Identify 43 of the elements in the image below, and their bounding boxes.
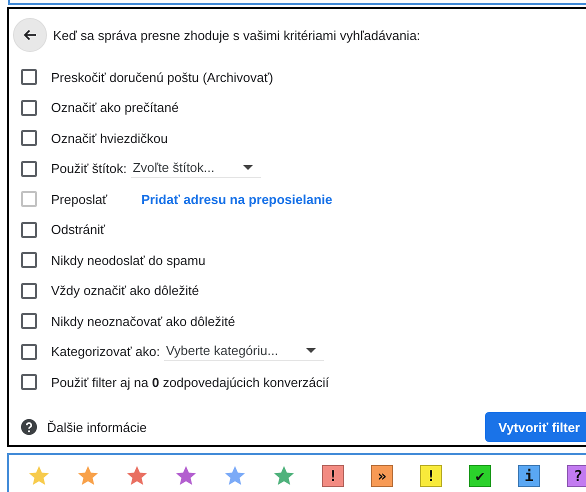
option-label: Preskočiť doručenú poštu (Archivovať) bbox=[51, 70, 274, 85]
option-label: Použiť filter aj na 0 zodpovedajúcich konverzácií bbox=[51, 374, 330, 390]
star-icon[interactable] bbox=[28, 465, 50, 487]
marker-badge[interactable]: » bbox=[371, 465, 393, 487]
option-label: Kategorizovať ako: bbox=[51, 344, 160, 360]
checkbox[interactable] bbox=[21, 374, 37, 390]
heading-text: Keď sa správa presne zhoduje s vašimi kritériami vyhľadávania: bbox=[53, 28, 420, 42]
checkbox[interactable] bbox=[21, 344, 37, 360]
marker-badge[interactable]: ! bbox=[420, 465, 442, 487]
marker-badge[interactable]: i bbox=[518, 465, 540, 487]
option-label: Nikdy neoznačovať ako dôležité bbox=[51, 314, 236, 329]
star-icon[interactable] bbox=[273, 465, 295, 487]
help-icon bbox=[21, 419, 37, 435]
option-label: Preposlať bbox=[51, 192, 108, 207]
back-button[interactable] bbox=[13, 18, 47, 52]
marker-badge[interactable]: ? bbox=[567, 465, 586, 487]
option-label: Označiť ako prečítané bbox=[51, 100, 179, 116]
star-icon[interactable] bbox=[175, 465, 197, 487]
caret-icon bbox=[242, 164, 253, 170]
star-icon[interactable] bbox=[224, 465, 246, 487]
star-icon[interactable] bbox=[126, 465, 148, 487]
checkbox[interactable] bbox=[21, 160, 37, 177]
option-label: Vždy označiť ako dôležité bbox=[51, 283, 199, 298]
marker-badge[interactable]: ! bbox=[322, 465, 344, 487]
checkbox[interactable] bbox=[21, 252, 37, 268]
caret-icon bbox=[306, 348, 316, 353]
option-label: Označiť hviezdičkou bbox=[51, 130, 168, 146]
dropdown[interactable]: Zvoľte štítok... bbox=[130, 160, 261, 178]
create-filter-button[interactable]: Vytvoriť filter bbox=[485, 412, 586, 442]
checkbox[interactable] bbox=[21, 282, 37, 299]
dropdown[interactable]: Vyberte kategóriu... bbox=[164, 342, 324, 361]
option-label: Nikdy neodoslať do spamu bbox=[51, 252, 206, 268]
option-label: Použiť štítok: bbox=[51, 161, 127, 176]
checkbox[interactable] bbox=[21, 69, 37, 86]
back-arrow-icon bbox=[22, 27, 38, 43]
help-link[interactable]: Ďalšie informácie bbox=[47, 420, 147, 434]
option-label: Odstrániť bbox=[51, 222, 106, 238]
checkbox[interactable] bbox=[21, 222, 37, 238]
marker-badge[interactable]: ✔ bbox=[469, 465, 491, 487]
checkbox[interactable] bbox=[21, 130, 37, 146]
checkbox[interactable] bbox=[21, 100, 37, 116]
star-icon[interactable] bbox=[77, 465, 99, 487]
checkbox[interactable] bbox=[21, 313, 37, 330]
